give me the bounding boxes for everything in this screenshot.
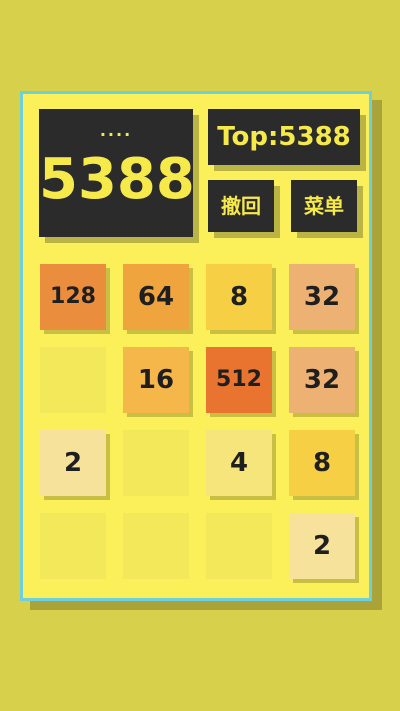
current-score: 5388 <box>39 147 195 212</box>
tile: 128 <box>40 264 106 330</box>
top-score: Top:5388 <box>208 109 360 165</box>
tile: 4 <box>206 430 272 496</box>
menu-button[interactable]: 菜单 <box>291 180 357 232</box>
empty-cell <box>123 513 189 579</box>
tile: 64 <box>123 264 189 330</box>
tile: 2 <box>289 513 355 579</box>
tile: 2 <box>40 430 106 496</box>
game-screen: .... 5388 Top:5388 撤回 菜单 128 64 8 32 16 512 32… <box>0 0 400 711</box>
game-board[interactable]: 128 64 8 32 16 512 32 2 4 8 2 <box>40 264 360 584</box>
empty-cell <box>123 430 189 496</box>
tile: 16 <box>123 347 189 413</box>
empty-cell <box>206 513 272 579</box>
tile: 32 <box>289 347 355 413</box>
tile: 32 <box>289 264 355 330</box>
empty-cell <box>40 513 106 579</box>
score-box: .... 5388 <box>39 109 195 237</box>
tile: 8 <box>206 264 272 330</box>
score-dots: .... <box>99 121 133 140</box>
game-panel: .... 5388 Top:5388 撤回 菜单 128 64 8 32 16 512 32… <box>20 91 372 601</box>
empty-cell <box>40 347 106 413</box>
undo-button[interactable]: 撤回 <box>208 180 274 232</box>
tile: 512 <box>206 347 272 413</box>
tile: 8 <box>289 430 355 496</box>
